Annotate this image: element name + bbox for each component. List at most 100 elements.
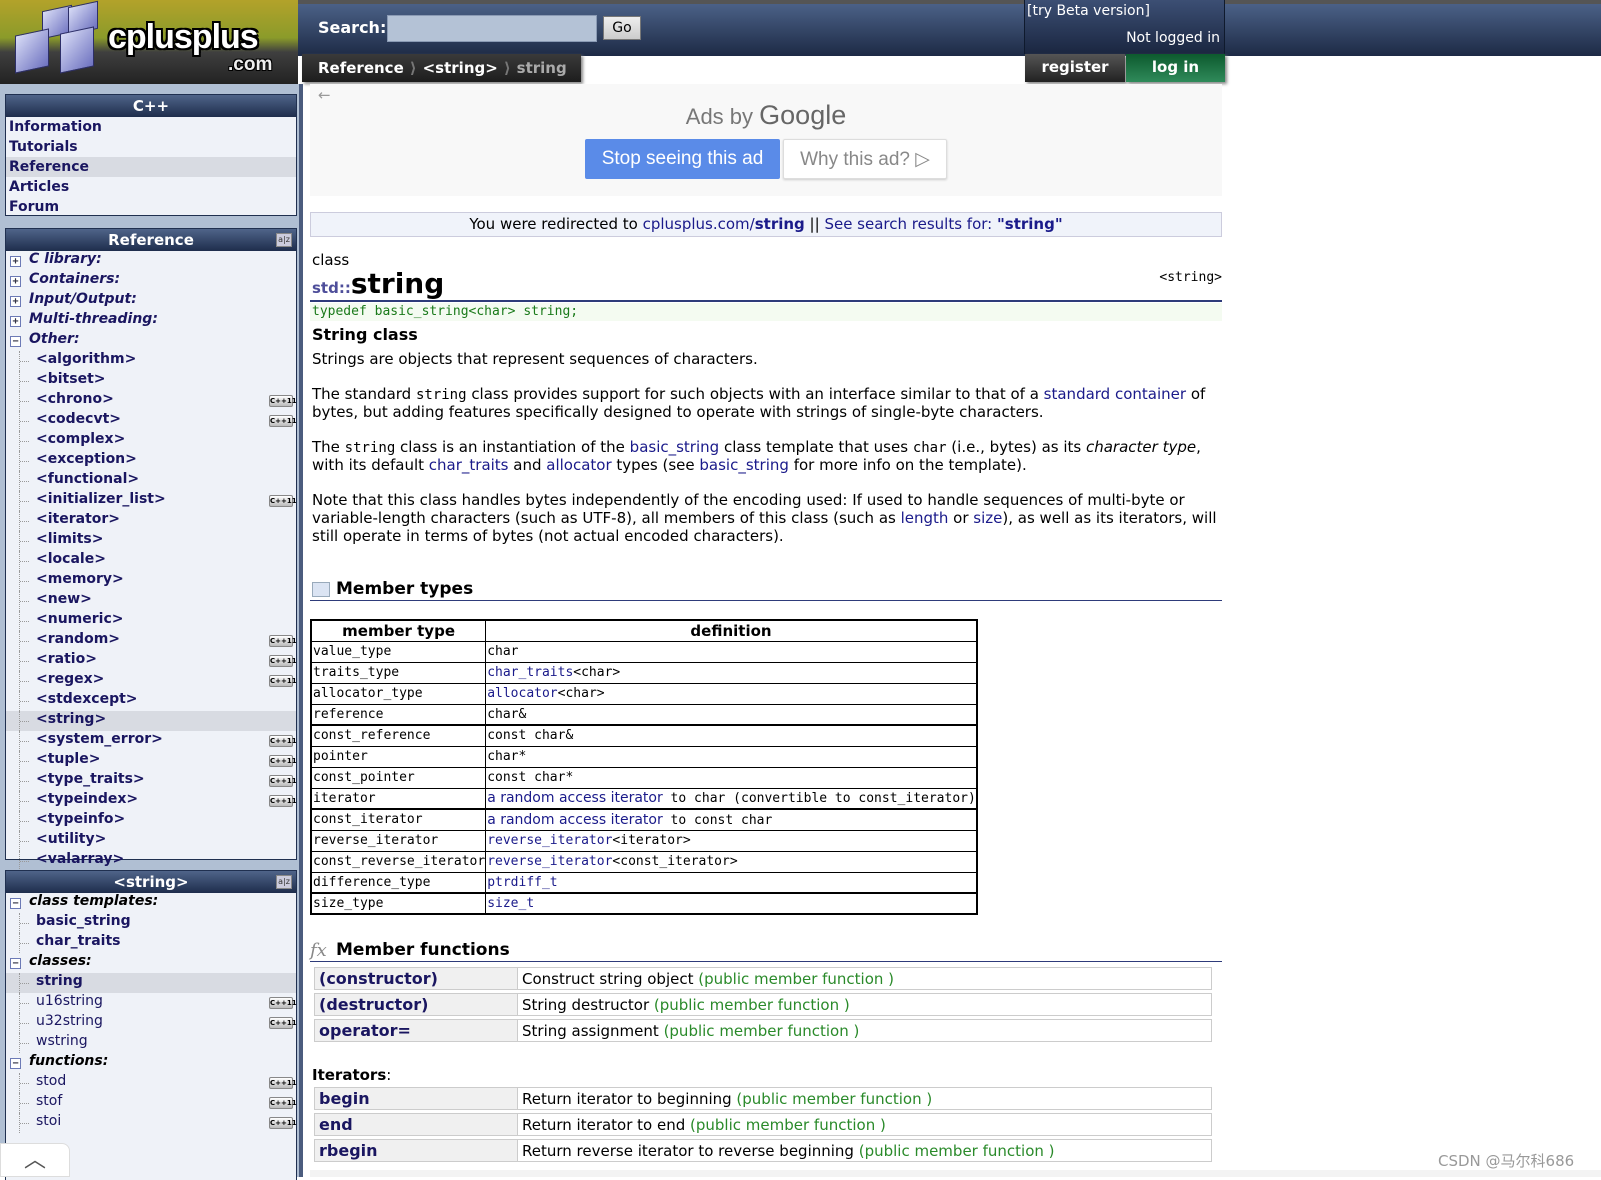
header-reference[interactable]: <string>	[1159, 270, 1222, 285]
search-go-button[interactable]: Go	[603, 16, 641, 40]
definition-link[interactable]: size_t	[487, 896, 534, 911]
search-input[interactable]	[387, 15, 597, 42]
try-beta-link[interactable]: [try Beta version]	[1027, 3, 1150, 19]
header-link-string[interactable]: <string>	[6, 711, 296, 731]
collapse-icon[interactable]: −	[10, 336, 21, 347]
expand-icon[interactable]: +	[10, 316, 21, 327]
header-link-locale[interactable]: <locale>	[6, 551, 296, 571]
stop-seeing-ad-button[interactable]: Stop seeing this ad	[585, 139, 780, 179]
expand-icon[interactable]: +	[10, 256, 21, 267]
breadcrumb-reference[interactable]: Reference	[312, 59, 410, 77]
basic-string-link[interactable]: basic_string	[699, 456, 789, 474]
definition-link[interactable]: ptrdiff_t	[487, 875, 557, 890]
sidebar-item-tutorials[interactable]: Tutorials	[6, 137, 296, 157]
sidebar-item-information[interactable]: Information	[6, 117, 296, 137]
category-input-output[interactable]: + Input/Output:	[6, 291, 296, 311]
item-label: u32string	[36, 1013, 103, 1029]
header-link-numeric[interactable]: <numeric>	[6, 611, 296, 631]
category-other[interactable]: − Other:	[6, 331, 296, 351]
expand-icon[interactable]: +	[10, 276, 21, 287]
tree-item-char-traits[interactable]: char_traits	[6, 933, 296, 953]
length-link[interactable]: length	[901, 509, 949, 527]
scroll-to-top-button[interactable]: ︿	[0, 1143, 70, 1177]
header-link-memory[interactable]: <memory>	[6, 571, 296, 591]
header-link-regex[interactable]: <regex> C++11	[6, 671, 297, 691]
header-link-random[interactable]: <random> C++11	[6, 631, 297, 651]
tree-item-u16string[interactable]: u16string C++11	[6, 993, 297, 1013]
breadcrumb-string-header[interactable]: <string>	[417, 59, 504, 77]
header-link-exception[interactable]: <exception>	[6, 451, 296, 471]
register-button[interactable]: register	[1025, 54, 1125, 82]
header-link-typeinfo[interactable]: <typeinfo>	[6, 811, 296, 831]
collapse-icon[interactable]: −	[10, 898, 21, 909]
function-link-operator[interactable]: operator=	[314, 1019, 518, 1042]
cpp11-badge-icon: C++11	[269, 795, 297, 807]
header-link-new[interactable]: <new>	[6, 591, 296, 611]
redirect-link[interactable]: cplusplus.com/string	[643, 215, 805, 233]
expand-icon[interactable]: +	[10, 296, 21, 307]
header-link-bitset[interactable]: <bitset>	[6, 371, 296, 391]
tree-item-stoi[interactable]: stoi C++11	[6, 1113, 297, 1133]
header-link-type-traits[interactable]: <type_traits> C++11	[6, 771, 297, 791]
category-class-templates[interactable]: − class templates:	[6, 893, 296, 913]
sidebar-item-reference[interactable]: Reference	[6, 157, 296, 177]
header-link-iterator[interactable]: <iterator>	[6, 511, 296, 531]
header-link-codecvt[interactable]: <codecvt> C++11	[6, 411, 297, 431]
basic-string-link[interactable]: basic_string	[630, 438, 720, 456]
header-link-stdexcept[interactable]: <stdexcept>	[6, 691, 296, 711]
sidebar-item-forum[interactable]: Forum	[6, 197, 296, 217]
definition-link[interactable]: allocator	[487, 686, 557, 701]
definition-link[interactable]: a random access iterator	[487, 812, 663, 828]
login-button[interactable]: log in	[1126, 54, 1225, 82]
tree-item-basic-string[interactable]: basic_string	[6, 913, 296, 933]
collapse-icon[interactable]: −	[10, 1058, 21, 1069]
header-label: <type_traits>	[36, 771, 145, 787]
allocator-link[interactable]: allocator	[546, 456, 611, 474]
header-link-functional[interactable]: <functional>	[6, 471, 296, 491]
category-classes[interactable]: − classes:	[6, 953, 296, 973]
sort-az-icon[interactable]: a|z	[276, 233, 292, 247]
definition-link[interactable]: a random access iterator	[487, 790, 663, 806]
header-link-complex[interactable]: <complex>	[6, 431, 296, 451]
category-containers[interactable]: + Containers:	[6, 271, 296, 291]
header-link-chrono[interactable]: <chrono> C++11	[6, 391, 297, 411]
header-link-utility[interactable]: <utility>	[6, 831, 296, 851]
standard-container-link[interactable]: standard container	[1044, 385, 1186, 403]
header-link-algorithm[interactable]: <algorithm>	[6, 351, 296, 371]
sort-az-icon[interactable]: a|z	[276, 875, 292, 889]
function-link-destructor[interactable]: (destructor)	[314, 993, 518, 1016]
char-traits-link[interactable]: char_traits	[429, 456, 509, 474]
size-link[interactable]: size	[973, 509, 1002, 527]
function-link-constructor[interactable]: (constructor)	[314, 967, 518, 990]
search-results-link[interactable]: See search results for: "string"	[824, 215, 1062, 233]
function-link-rbegin[interactable]: rbegin	[314, 1139, 518, 1162]
tree-item-string[interactable]: string	[6, 973, 296, 993]
header-link-tuple[interactable]: <tuple> C++11	[6, 751, 297, 771]
category-c-library[interactable]: + C library:	[6, 251, 296, 271]
definition-link[interactable]: char_traits	[487, 665, 573, 680]
function-link-begin[interactable]: begin	[314, 1087, 518, 1110]
tree-item-u32string[interactable]: u32string C++11	[6, 1013, 297, 1033]
collapse-icon[interactable]: −	[10, 958, 21, 969]
site-logo[interactable]: cplusplus .com	[0, 0, 298, 84]
cpp11-badge-icon: C++11	[269, 775, 297, 787]
why-this-ad-button[interactable]: Why this ad? ▷	[783, 139, 947, 179]
definition-link[interactable]: reverse_iterator	[487, 854, 612, 869]
tree-item-wstring[interactable]: wstring	[6, 1033, 296, 1053]
cpp11-badge-icon: C++11	[269, 675, 297, 687]
header-link-typeindex[interactable]: <typeindex> C++11	[6, 791, 297, 811]
tree-item-stof[interactable]: stof C++11	[6, 1093, 297, 1113]
header-link-initializer-list[interactable]: <initializer_list> C++11	[6, 491, 297, 511]
tree-item-stod[interactable]: stod C++11	[6, 1073, 297, 1093]
category-functions[interactable]: − functions:	[6, 1053, 296, 1073]
header-link-valarray[interactable]: <valarray>	[6, 851, 296, 871]
category-multi-threading[interactable]: + Multi-threading:	[6, 311, 296, 331]
text: The standard	[312, 385, 416, 403]
header-link-ratio[interactable]: <ratio> C++11	[6, 651, 297, 671]
sidebar-item-articles[interactable]: Articles	[6, 177, 296, 197]
item-label: stoi	[36, 1113, 62, 1129]
definition-link[interactable]: reverse_iterator	[487, 833, 612, 848]
header-link-limits[interactable]: <limits>	[6, 531, 296, 551]
function-link-end[interactable]: end	[314, 1113, 518, 1136]
header-link-system-error[interactable]: <system_error> C++11	[6, 731, 297, 751]
